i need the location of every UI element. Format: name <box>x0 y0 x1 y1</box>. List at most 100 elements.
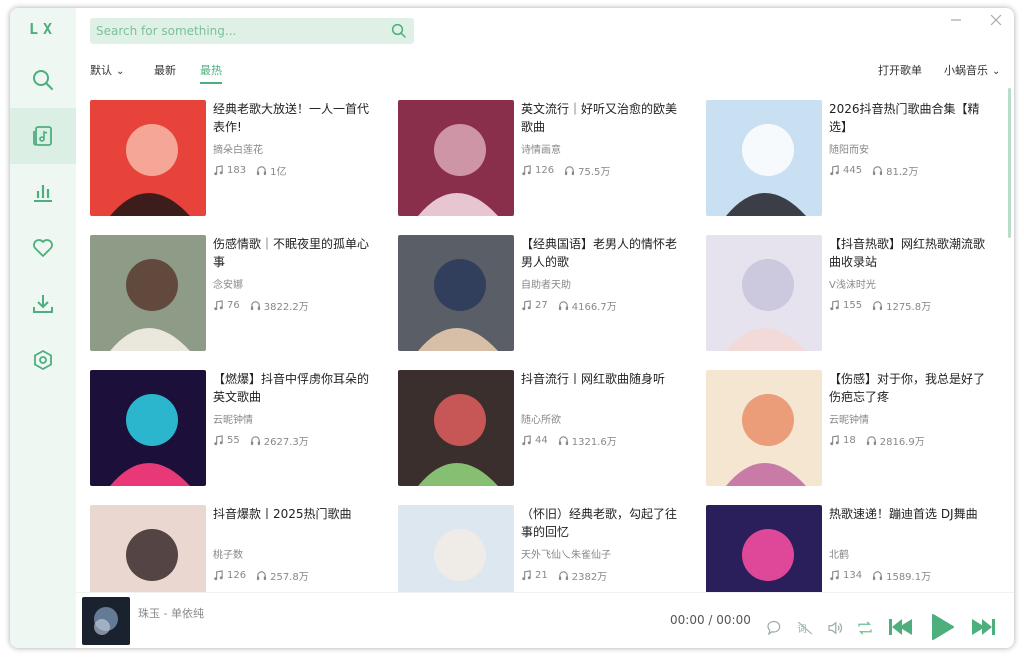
playlist-author[interactable]: 天外飞仙乀朱雀仙子 <box>521 546 687 561</box>
music-note-icon <box>522 435 531 446</box>
playlist-author[interactable]: 摘朵白莲花 <box>213 141 379 156</box>
playlist-cover[interactable] <box>398 235 514 351</box>
nav-song-list[interactable] <box>10 108 76 164</box>
play-count-value: 4166.7万 <box>571 302 617 313</box>
headphones-icon <box>250 301 260 311</box>
playlist-cover[interactable] <box>706 235 822 351</box>
play-count-value: 257.8万 <box>270 572 309 583</box>
search-icon <box>33 70 53 90</box>
playlist-card[interactable]: 热歌速递！蹦迪首选 DJ舞曲 北鹤 134 1589.1万 <box>706 505 990 594</box>
close-icon[interactable] <box>988 12 1004 28</box>
playlist-title[interactable]: 【经典国语】老男人的情怀老男人的歌 <box>521 235 687 271</box>
scrollbar[interactable] <box>1008 88 1011 238</box>
music-note-icon <box>214 435 223 446</box>
playlist-cover[interactable] <box>90 505 206 594</box>
search-input[interactable] <box>90 18 386 44</box>
playlist-author[interactable]: 桃子数 <box>213 546 379 561</box>
lyrics-toggle-icon[interactable]: 词 <box>796 619 814 637</box>
playlist-author[interactable]: 随阳而安 <box>829 141 990 156</box>
search-icon[interactable] <box>390 22 408 40</box>
open-playlist-button[interactable]: 打开歌单 <box>878 62 922 78</box>
play-count: 1321.6万 <box>558 433 617 448</box>
playlist-cover[interactable] <box>706 370 822 486</box>
music-list-icon <box>33 126 52 146</box>
playlist-stats: 27 4166.7万 <box>521 298 627 314</box>
playlist-card[interactable]: 【燃爆】抖音中俘虏你耳朵的英文歌曲 云昵钟情 55 2627.3万 <box>90 370 390 488</box>
playlist-cover[interactable] <box>90 370 206 486</box>
playlist-title[interactable]: 伤感情歌｜不眠夜里的孤单心事 <box>213 235 379 271</box>
nav-settings[interactable] <box>10 332 76 388</box>
playlist-author[interactable]: 云昵钟情 <box>829 411 990 426</box>
playlist-card[interactable]: 抖音流行丨网红歌曲随身听 随心所欲 44 1321.6万 <box>398 370 698 488</box>
volume-icon[interactable] <box>826 619 844 637</box>
playlist-title[interactable]: 抖音流行丨网红歌曲随身听 <box>521 370 687 388</box>
song-count: 55 <box>213 435 240 446</box>
song-count: 76 <box>213 300 240 311</box>
playlist-author[interactable]: 云昵钟情 <box>213 411 379 426</box>
headphones-icon <box>873 166 883 176</box>
previous-track-icon[interactable] <box>886 615 914 639</box>
playlist-title[interactable]: 英文流行｜好听又治愈的欧美歌曲 <box>521 100 687 136</box>
source-dropdown[interactable]: 小蜗音乐 ⌄ <box>944 62 1000 78</box>
tab-hottest[interactable]: 最热 <box>200 62 222 84</box>
playlist-title[interactable]: 【抖音热歌】网红热歌潮流歌曲收录站 <box>829 235 990 271</box>
music-note-icon <box>522 165 531 176</box>
playlist-title[interactable]: 经典老歌大放送！一人一首代表作! <box>213 100 379 136</box>
nav-download[interactable] <box>10 276 76 332</box>
comment-icon[interactable] <box>766 619 784 637</box>
sort-dropdown[interactable]: 默认 ⌄ <box>90 62 124 78</box>
playlist-card[interactable]: 【经典国语】老男人的情怀老男人的歌自助者天助 27 4166.7万 <box>398 235 698 353</box>
playlist-cover[interactable] <box>706 100 822 216</box>
playlist-cover[interactable] <box>90 100 206 216</box>
headphones-icon <box>257 166 267 176</box>
playlist-card[interactable]: 经典老歌大放送！一人一首代表作! 摘朵白莲花 183 1亿 <box>90 100 390 218</box>
app-logo: LX <box>28 20 58 38</box>
playlist-author[interactable]: 诗情画意 <box>521 141 687 156</box>
now-playing-text: 珠玉 - 单依纯 <box>138 607 204 620</box>
playlist-card[interactable]: 抖音爆款丨2025热门歌曲 桃子数 126 257.8万 <box>90 505 390 594</box>
playlist-title[interactable]: 【燃爆】抖音中俘虏你耳朵的英文歌曲 <box>213 370 379 406</box>
playlist-card[interactable]: 伤感情歌｜不眠夜里的孤单心事念安娜 76 3822.2万 <box>90 235 390 353</box>
nav-leaderboard[interactable] <box>10 164 76 220</box>
playlist-cover[interactable] <box>398 505 514 594</box>
playlist-stats: 155 1275.8万 <box>829 298 941 314</box>
music-note-icon <box>214 570 223 581</box>
play-icon[interactable] <box>928 612 956 642</box>
playlist-author[interactable]: 随心所欲 <box>521 411 687 426</box>
playlist-card[interactable]: 英文流行｜好听又治愈的欧美歌曲 诗情画意 126 75.5万 <box>398 100 698 218</box>
song-count: 126 <box>521 165 554 176</box>
playlist-author[interactable]: 北鹤 <box>829 546 990 561</box>
playlist-author[interactable]: 自助者天助 <box>521 276 687 291</box>
player-cover[interactable] <box>82 597 130 645</box>
playlist-card[interactable]: 2026抖音热门歌曲合集【精选】随阳而安 445 81.2万 <box>706 100 990 218</box>
minimize-icon[interactable] <box>948 12 964 28</box>
playlist-cover[interactable] <box>706 505 822 594</box>
playlist-author[interactable]: 念安娜 <box>213 276 379 291</box>
nav-favorites[interactable] <box>10 220 76 276</box>
search-box <box>90 18 414 44</box>
playlist-cover[interactable] <box>398 100 514 216</box>
playlist-title[interactable]: 热歌速递！蹦迪首选 DJ舞曲 <box>829 505 990 523</box>
music-note-icon <box>830 300 839 311</box>
playlist-cover[interactable] <box>90 235 206 351</box>
repeat-icon[interactable] <box>856 619 874 637</box>
playlist-card[interactable]: 【伤感】对于你，我总是好了伤疤忘了疼 云昵钟情 18 2816.9万 <box>706 370 990 488</box>
play-count-value: 1亿 <box>270 167 287 178</box>
playlist-title[interactable]: （怀旧）经典老歌，勾起了往事的回忆 <box>521 505 687 541</box>
playlist-stats: 445 81.2万 <box>829 163 928 179</box>
playlist-cover[interactable] <box>398 370 514 486</box>
playlist-card[interactable]: （怀旧）经典老歌，勾起了往事的回忆 天外飞仙乀朱雀仙子 21 2382万 <box>398 505 698 594</box>
tab-latest[interactable]: 最新 <box>154 62 176 78</box>
nav-search[interactable] <box>10 52 76 108</box>
play-count-value: 3822.2万 <box>263 302 309 313</box>
playlist-title[interactable]: 抖音爆款丨2025热门歌曲 <box>213 505 379 523</box>
playlist-title[interactable]: 2026抖音热门歌曲合集【精选】 <box>829 100 990 136</box>
song-count: 445 <box>829 165 862 176</box>
next-track-icon[interactable] <box>970 615 998 639</box>
playlist-card[interactable]: 【抖音热歌】网红热歌潮流歌曲收录站 V浅沫时光 155 1275.8万 <box>706 235 990 353</box>
chevron-down-icon: ⌄ <box>116 66 125 77</box>
playlist-author[interactable]: V浅沫时光 <box>829 276 990 291</box>
playlist-stats: 76 3822.2万 <box>213 298 319 314</box>
play-count-value: 81.2万 <box>886 167 919 178</box>
playlist-title[interactable]: 【伤感】对于你，我总是好了伤疤忘了疼 <box>829 370 990 406</box>
